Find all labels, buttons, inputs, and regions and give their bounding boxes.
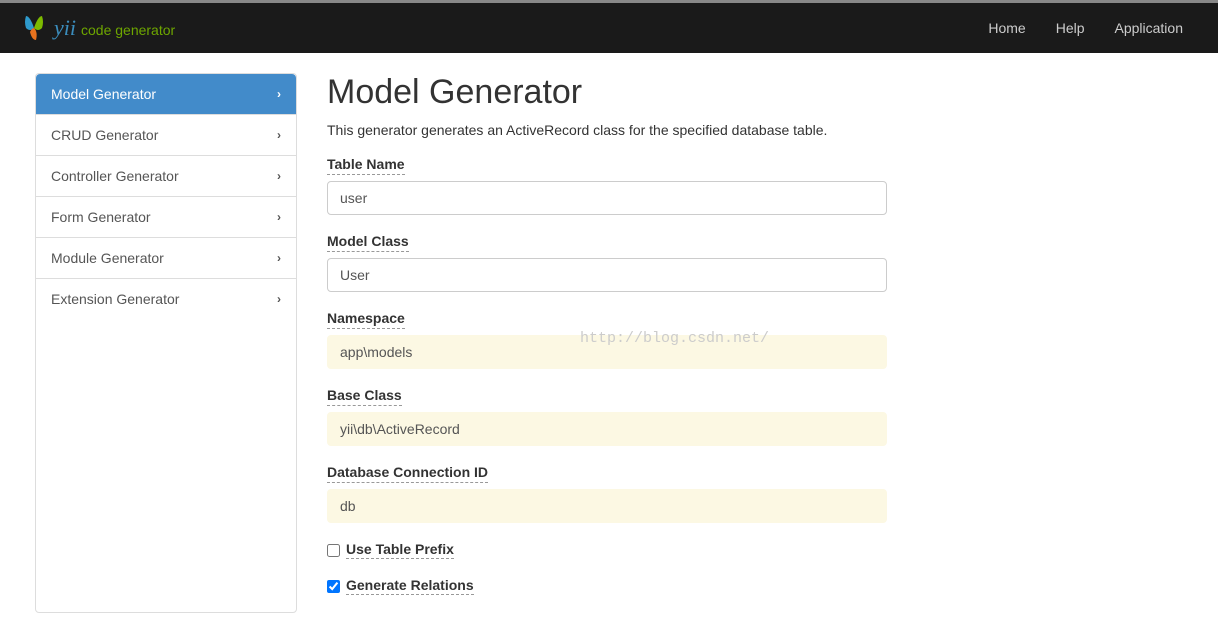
sidebar-item-controller-generator[interactable]: Controller Generator › bbox=[36, 156, 296, 197]
label-table-name: Table Name bbox=[327, 156, 405, 175]
label-model-class: Model Class bbox=[327, 233, 409, 252]
brand[interactable]: yii code generator bbox=[20, 14, 175, 42]
input-base-class[interactable] bbox=[327, 412, 887, 446]
checkbox-use-table-prefix[interactable] bbox=[327, 544, 340, 557]
field-db-connection: Database Connection ID bbox=[327, 464, 887, 523]
sidebar-item-extension-generator[interactable]: Extension Generator › bbox=[36, 279, 296, 319]
sidebar-item-module-generator[interactable]: Module Generator › bbox=[36, 238, 296, 279]
sidebar-item-label: Model Generator bbox=[51, 86, 156, 102]
label-namespace: Namespace bbox=[327, 310, 405, 329]
chevron-right-icon: › bbox=[277, 292, 281, 306]
chevron-right-icon: › bbox=[277, 87, 281, 101]
navbar: yii code generator Home Help Application bbox=[0, 3, 1218, 53]
field-base-class: Base Class bbox=[327, 387, 887, 446]
page-title: Model Generator bbox=[327, 73, 887, 112]
page-description: This generator generates an ActiveRecord… bbox=[327, 122, 887, 138]
sidebar-item-crud-generator[interactable]: CRUD Generator › bbox=[36, 115, 296, 156]
field-generate-relations: Generate Relations bbox=[327, 577, 887, 595]
yii-logo-icon bbox=[20, 14, 48, 42]
sidebar-item-label: Extension Generator bbox=[51, 291, 179, 307]
sidebar-item-model-generator[interactable]: Model Generator › bbox=[36, 74, 296, 115]
sidebar: Model Generator › CRUD Generator › Contr… bbox=[35, 73, 297, 613]
sidebar-item-label: Controller Generator bbox=[51, 168, 179, 184]
checkbox-generate-relations[interactable] bbox=[327, 580, 340, 593]
sidebar-item-form-generator[interactable]: Form Generator › bbox=[36, 197, 296, 238]
nav-links: Home Help Application bbox=[973, 5, 1198, 51]
brand-subtitle: code generator bbox=[81, 22, 175, 38]
field-model-class: Model Class bbox=[327, 233, 887, 292]
brand-title: yii bbox=[54, 15, 76, 41]
label-base-class: Base Class bbox=[327, 387, 402, 406]
label-use-table-prefix: Use Table Prefix bbox=[346, 541, 454, 559]
chevron-right-icon: › bbox=[277, 210, 281, 224]
input-model-class[interactable] bbox=[327, 258, 887, 292]
field-namespace: Namespace bbox=[327, 310, 887, 369]
label-generate-relations: Generate Relations bbox=[346, 577, 474, 595]
nav-help[interactable]: Help bbox=[1041, 5, 1100, 51]
input-table-name[interactable] bbox=[327, 181, 887, 215]
field-table-name: Table Name bbox=[327, 156, 887, 215]
main-content: Model Generator This generator generates… bbox=[327, 73, 887, 613]
field-use-table-prefix: Use Table Prefix bbox=[327, 541, 887, 559]
chevron-right-icon: › bbox=[277, 128, 281, 142]
sidebar-item-label: Form Generator bbox=[51, 209, 151, 225]
input-db-connection[interactable] bbox=[327, 489, 887, 523]
input-namespace[interactable] bbox=[327, 335, 887, 369]
nav-home[interactable]: Home bbox=[973, 5, 1040, 51]
chevron-right-icon: › bbox=[277, 169, 281, 183]
nav-application[interactable]: Application bbox=[1100, 5, 1199, 51]
sidebar-item-label: CRUD Generator bbox=[51, 127, 158, 143]
sidebar-item-label: Module Generator bbox=[51, 250, 164, 266]
label-db-connection: Database Connection ID bbox=[327, 464, 488, 483]
chevron-right-icon: › bbox=[277, 251, 281, 265]
